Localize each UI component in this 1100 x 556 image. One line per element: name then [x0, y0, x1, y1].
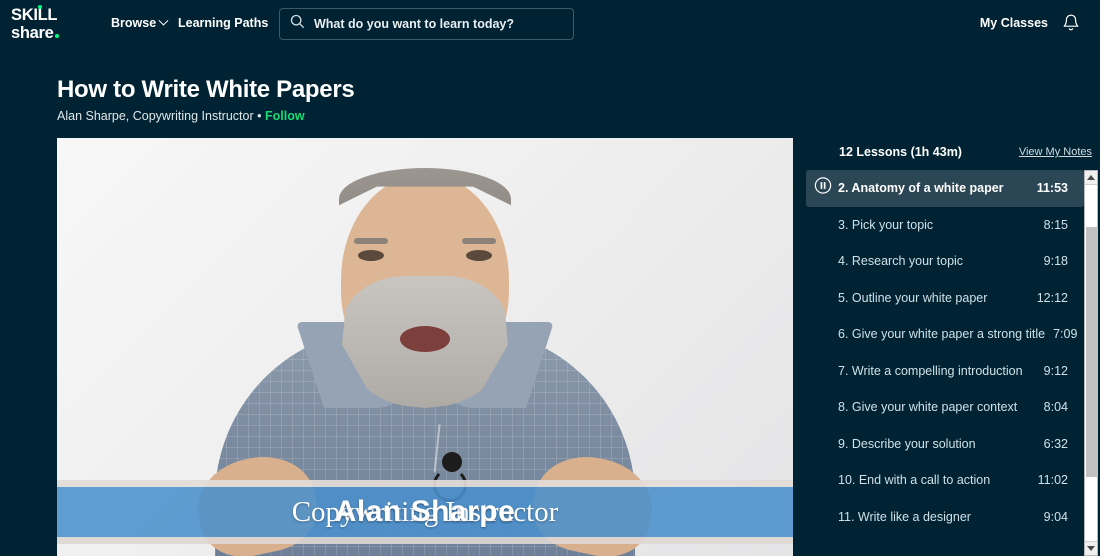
nav-learning-paths[interactable]: Learning Paths [178, 16, 268, 30]
lesson-title: 9. Describe your solution [838, 436, 976, 451]
lesson-title: 4. Research your topic [838, 254, 964, 269]
lesson-row[interactable]: 2. Anatomy of a white paper 11:53 [806, 170, 1084, 207]
video-caption-overlay: Copywriting Instructor Alan Sharpe [57, 480, 793, 556]
instructor-eye-right [466, 250, 492, 261]
video-player[interactable]: Copywriting Instructor Alan Sharpe [57, 138, 793, 556]
lesson-row[interactable]: 3. Pick your topic 8:15 [803, 207, 1084, 244]
search-icon [290, 14, 305, 34]
nav-my-classes[interactable]: My Classes [980, 16, 1048, 30]
logo-green-period [54, 33, 60, 38]
lesson-list[interactable]: 2. Anatomy of a white paper 11:53 3. Pick … [803, 170, 1084, 556]
scrollbar-thumb[interactable] [1086, 227, 1098, 477]
instructor-mouth [400, 326, 450, 352]
lesson-duration: 7:09 [1053, 327, 1078, 342]
lesson-row[interactable]: 7. Write a compelling introduction 9:12 [803, 353, 1084, 390]
follow-button[interactable]: Follow [265, 109, 305, 123]
scrollbar-down-button[interactable] [1085, 541, 1097, 555]
lesson-title: 11. Write like a designer [838, 509, 971, 524]
lesson-row[interactable]: 5. Outline your white paper 12:12 [803, 280, 1084, 317]
caption-text-group: Copywriting Instructor Alan Sharpe [57, 487, 793, 537]
caption-top-rule [57, 480, 793, 487]
search-bar[interactable] [279, 8, 574, 40]
lessons-sidebar: 12 Lessons (1h 43m) View My Notes 2. Ana… [803, 138, 1100, 556]
arrow-down-icon [1087, 546, 1095, 551]
lesson-row[interactable]: 6. Give your white paper a strong title 7… [803, 316, 1084, 353]
lesson-title: 6. Give your white paper a strong title [838, 327, 1046, 342]
lesson-title: 8. Give your white paper context [838, 400, 1018, 415]
search-input[interactable] [314, 17, 564, 31]
lesson-duration: 8:04 [1043, 400, 1068, 415]
lesson-row[interactable]: 8. Give your white paper context 8:04 [803, 389, 1084, 426]
pause-circle-icon[interactable] [814, 177, 832, 200]
nav-browse-label: Browse [111, 16, 157, 30]
lesson-title: 3. Pick your topic [838, 217, 934, 232]
lesson-title: 5. Outline your white paper [838, 290, 988, 305]
lesson-duration: 9:18 [1043, 254, 1068, 269]
lesson-row[interactable]: 11. Write like a designer 9:04 [803, 499, 1084, 536]
skillshare-logo[interactable]: SKILL share [11, 5, 91, 44]
logo-line-2: share [11, 24, 91, 42]
lesson-row[interactable]: 10. End with a call to action 11:02 [803, 462, 1084, 499]
lesson-title: 2. Anatomy of a white paper [838, 181, 1004, 196]
lesson-duration: 9:04 [1043, 509, 1068, 524]
instructor-brow-left [354, 238, 388, 244]
lessons-scrollbar[interactable] [1084, 170, 1098, 556]
lesson-duration: 9:12 [1043, 363, 1068, 378]
course-author: Alan Sharpe, Copywriting Instructor [57, 109, 254, 123]
lessons-header: 12 Lessons (1h 43m) View My Notes [839, 145, 1092, 159]
lesson-row[interactable]: 4. Research your topic 9:18 [803, 243, 1084, 280]
byline-separator: • [257, 109, 262, 123]
lesson-duration: 11:53 [1036, 181, 1068, 196]
lesson-duration: 11:02 [1037, 473, 1068, 488]
caption-name: Alan Sharpe [334, 495, 516, 528]
lessons-count: 12 Lessons (1h 43m) [839, 145, 962, 159]
view-my-notes-link[interactable]: View My Notes [1019, 146, 1092, 158]
lesson-duration: 6:32 [1043, 436, 1068, 451]
lesson-duration: 8:15 [1043, 217, 1068, 232]
chevron-down-icon [158, 15, 169, 26]
scrollbar-up-button[interactable] [1085, 171, 1097, 185]
logo-line-1: SKILL [11, 5, 58, 24]
instructor-eye-left [358, 250, 384, 261]
arrow-up-icon [1087, 175, 1095, 180]
instructor-brow-right [462, 238, 496, 244]
nav-browse[interactable]: Browse [111, 15, 169, 30]
shirt-pocket [433, 424, 473, 476]
logo-green-dot [38, 5, 42, 9]
site-header: SKILL share Browse Learning Paths My Cla… [0, 0, 1100, 48]
lesson-duration: 12:12 [1036, 290, 1068, 305]
lesson-title: 10. End with a call to action [838, 473, 991, 488]
lesson-title: 7. Write a compelling introduction [838, 363, 1023, 378]
course-byline: Alan Sharpe, Copywriting Instructor • Fo… [57, 109, 305, 123]
page-title: How to Write White Papers [57, 76, 355, 103]
caption-bottom-rule [57, 537, 793, 544]
lesson-row[interactable]: 9. Describe your solution 6:32 [803, 426, 1084, 463]
bell-icon[interactable] [1062, 13, 1080, 38]
